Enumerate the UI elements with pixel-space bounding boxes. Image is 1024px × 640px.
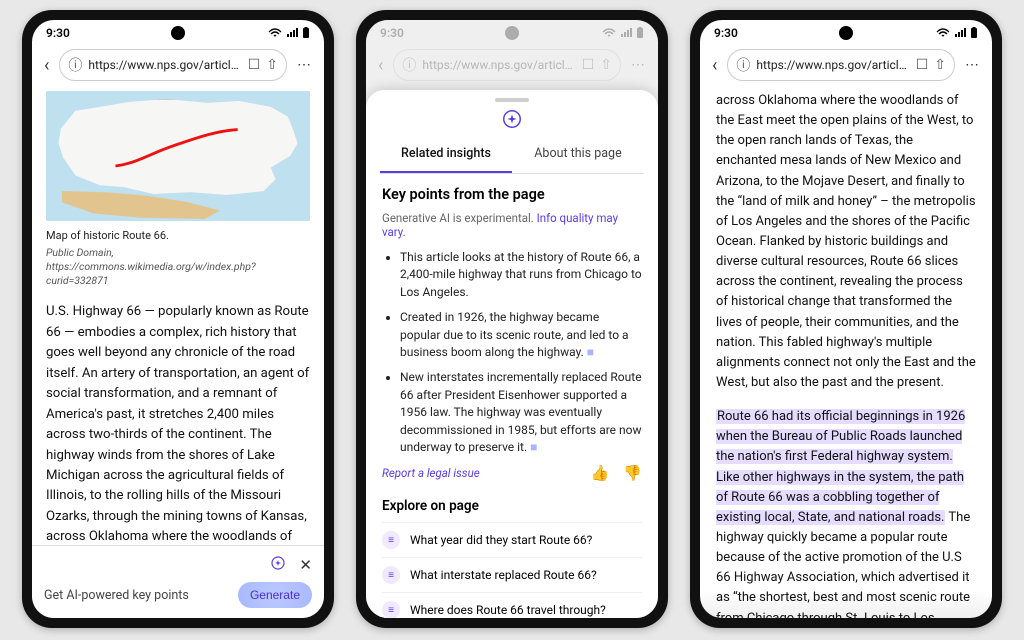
wifi-icon [936, 28, 950, 38]
disclaimer-text: Generative AI is experimental. Info qual… [382, 211, 642, 239]
url-bar[interactable]: ⓘ https://www.nps.gov/articles ☐ ⇧ [727, 49, 955, 81]
thumbs-up-icon[interactable]: 👍 [591, 464, 610, 482]
sheet-tabs: Related insights About this page [380, 136, 644, 174]
thumbs-down-icon[interactable]: 👎 [623, 464, 642, 482]
phone-mockup-2: 9:30 ‹ ⓘ https://www.nps.gov/articles ☐ … [356, 10, 668, 628]
key-point-item: This article looks at the history of Rou… [400, 249, 642, 301]
back-button[interactable]: ‹ [40, 55, 53, 76]
url-text: https://www.nps.gov/articles [756, 58, 909, 72]
ai-prompt-bar: ✕ Get AI-powered key points Generate [32, 545, 324, 618]
status-bar: 9:30 [32, 20, 324, 46]
camera-punch-icon [171, 26, 185, 40]
explore-question[interactable]: ≡What year did they start Route 66? [382, 522, 642, 557]
list-icon: ≡ [382, 601, 400, 618]
insights-sheet: Related insights About this page Key poi… [366, 90, 658, 618]
key-point-item: New interstates incrementally replaced R… [400, 369, 642, 456]
bookmark-icon[interactable]: ☐ [916, 57, 929, 73]
explore-heading: Explore on page [382, 498, 642, 514]
signal-icon [286, 28, 298, 38]
url-bar-row: ‹ ⓘ https://www.nps.gov/articles ☐ ⇧ ⋯ [32, 46, 324, 87]
sparkle-icon [269, 554, 287, 576]
camera-punch-icon [839, 26, 853, 40]
caption-title: Map of historic Route 66. [46, 229, 169, 242]
status-time: 9:30 [714, 26, 738, 40]
status-icons [936, 27, 978, 39]
status-time: 9:30 [46, 26, 70, 40]
overflow-menu-icon[interactable]: ⋯ [961, 57, 984, 73]
key-points-list: This article looks at the history of Rou… [382, 249, 642, 456]
drag-handle[interactable] [495, 98, 529, 102]
url-bar[interactable]: ⓘ https://www.nps.gov/articles ☐ ⇧ [59, 49, 287, 81]
article-paragraph: Route 66 had its official beginnings in … [716, 407, 976, 618]
caption-credit: Public Domain, https://commons.wikimedia… [46, 246, 310, 289]
report-legal-link[interactable]: Report a legal issue [382, 466, 480, 480]
feedback-row: Report a legal issue 👍 👎 [382, 464, 642, 488]
close-icon[interactable]: ✕ [299, 556, 312, 574]
list-icon: ≡ [382, 566, 400, 584]
route66-map [46, 91, 310, 221]
screen: 9:30 ‹ ⓘ https://www.nps.gov/articles ☐ … [32, 20, 324, 618]
site-info-icon[interactable]: ⓘ [736, 55, 750, 75]
map-caption: Map of historic Route 66. Public Domain,… [46, 229, 310, 288]
sparkle-icon [366, 108, 658, 130]
share-icon[interactable]: ⇧ [934, 57, 946, 73]
list-icon: ≡ [382, 531, 400, 549]
bookmark-icon[interactable]: ☐ [248, 57, 261, 73]
signal-icon [954, 28, 966, 38]
sheet-body: Key points from the page Generative AI i… [366, 174, 658, 618]
battery-icon [970, 27, 978, 39]
share-icon[interactable]: ⇧ [266, 57, 278, 73]
screen: 9:30 ‹ ⓘ https://www.nps.gov/articles ☐ … [366, 20, 658, 618]
prompt-text: Get AI-powered key points [44, 588, 189, 603]
key-point-item: Created in 1926, the highway became popu… [400, 309, 642, 361]
screen: 9:30 ‹ ⓘ https://www.nps.gov/articles ☐ … [700, 20, 992, 618]
article-paragraph: across Oklahoma where the woodlands of t… [716, 91, 976, 393]
explore-question[interactable]: ≡Where does Route 66 travel through? [382, 592, 642, 618]
page-content: across Oklahoma where the woodlands of t… [700, 87, 992, 618]
highlighted-passage[interactable]: Route 66 had its official beginnings in … [716, 409, 965, 525]
url-bar-row: ‹ ⓘ https://www.nps.gov/articles ☐ ⇧ ⋯ [700, 46, 992, 87]
explore-question[interactable]: ≡What interstate replaced Route 66? [382, 557, 642, 592]
wifi-icon [268, 28, 282, 38]
overflow-menu-icon[interactable]: ⋯ [293, 57, 316, 73]
page-content: Map of historic Route 66. Public Domain,… [32, 87, 324, 618]
tab-about-page[interactable]: About this page [512, 136, 644, 173]
tab-related-insights[interactable]: Related insights [380, 136, 512, 173]
site-info-icon[interactable]: ⓘ [68, 55, 82, 75]
generate-button[interactable]: Generate [238, 582, 312, 608]
phone-mockup-3: 9:30 ‹ ⓘ https://www.nps.gov/articles ☐ … [690, 10, 1002, 628]
status-bar: 9:30 [700, 20, 992, 46]
url-text: https://www.nps.gov/articles [88, 58, 241, 72]
phone-mockup-1: 9:30 ‹ ⓘ https://www.nps.gov/articles ☐ … [22, 10, 334, 628]
back-button[interactable]: ‹ [708, 55, 721, 76]
key-points-heading: Key points from the page [382, 186, 642, 203]
battery-icon [302, 27, 310, 39]
status-icons [268, 27, 310, 39]
